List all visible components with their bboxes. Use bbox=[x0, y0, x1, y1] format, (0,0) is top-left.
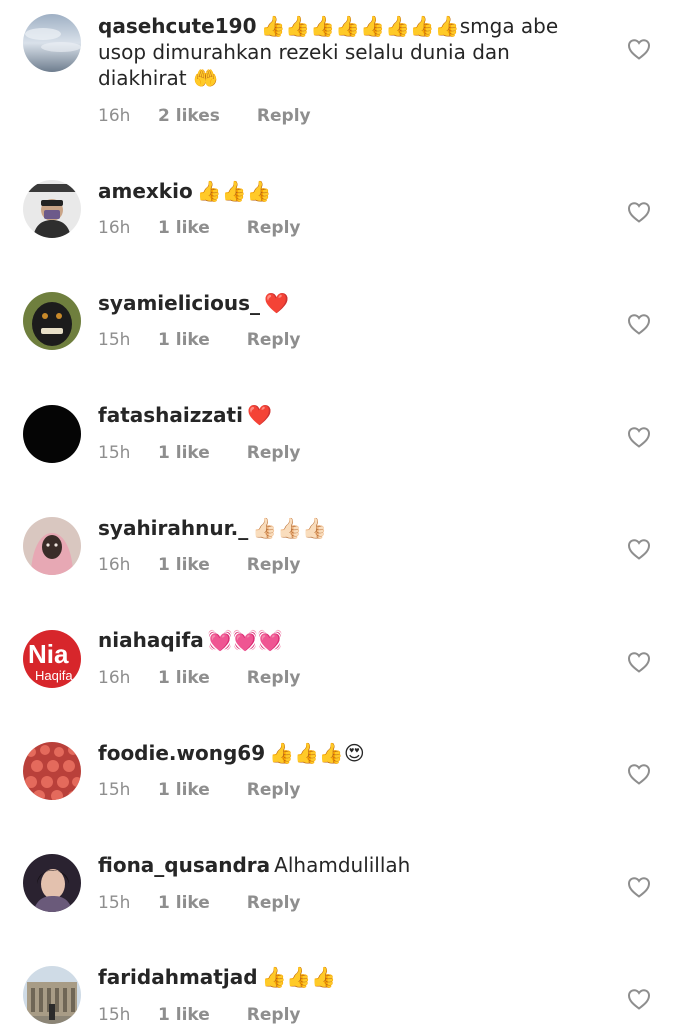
like-heart-icon[interactable] bbox=[627, 313, 651, 335]
like-heart-icon[interactable] bbox=[627, 763, 651, 785]
like-heart-icon[interactable] bbox=[627, 651, 651, 673]
avatar-image bbox=[23, 292, 81, 350]
avatar-logo-text: Nia bbox=[28, 639, 69, 669]
comment-time: 16h bbox=[98, 106, 131, 126]
comment-meta: 15h 1 like Reply bbox=[98, 1004, 300, 1026]
comment-likes[interactable]: 1 like bbox=[158, 1004, 210, 1026]
comment-likes[interactable]: 1 like bbox=[158, 554, 210, 576]
comment-meta: 15h 1 like Reply bbox=[98, 442, 300, 464]
avatar[interactable]: Nia Haqifa bbox=[23, 630, 81, 688]
comment-body: 👍👍👍😍 bbox=[269, 741, 365, 765]
avatar-image bbox=[23, 517, 81, 575]
reply-button[interactable]: Reply bbox=[247, 217, 301, 239]
reply-button[interactable]: Reply bbox=[257, 105, 311, 127]
comment-likes[interactable]: 1 like bbox=[158, 779, 210, 801]
comment-meta: 15h 1 like Reply bbox=[98, 329, 300, 351]
avatar-image bbox=[23, 180, 81, 238]
comment-username[interactable]: syahirahnur._ bbox=[98, 516, 248, 540]
avatar[interactable] bbox=[23, 854, 81, 912]
comment-text: qasehcute190 👍👍👍👍👍👍👍👍smga abe usop dimura… bbox=[98, 13, 598, 91]
comment-username[interactable]: fiona_qusandra bbox=[98, 853, 270, 877]
comment-likes[interactable]: 1 like bbox=[158, 217, 210, 239]
comment-text: amexkio 👍👍👍 bbox=[98, 178, 598, 204]
comment-likes[interactable]: 2 likes bbox=[158, 105, 220, 127]
avatar[interactable] bbox=[23, 742, 81, 800]
avatar[interactable] bbox=[23, 14, 81, 72]
comment-meta: 15h 1 like Reply bbox=[98, 779, 300, 801]
avatar[interactable] bbox=[23, 292, 81, 350]
avatar-image bbox=[23, 14, 81, 72]
reply-button[interactable]: Reply bbox=[247, 442, 301, 464]
avatar-image: Nia Haqifa bbox=[23, 630, 81, 688]
comment-time: 16h bbox=[98, 218, 131, 238]
avatar[interactable] bbox=[23, 180, 81, 238]
avatar[interactable] bbox=[23, 405, 81, 463]
avatar-image bbox=[23, 405, 81, 463]
like-heart-icon[interactable] bbox=[627, 538, 651, 560]
avatar-image bbox=[23, 742, 81, 800]
comment-username[interactable]: niahaqifa bbox=[98, 628, 204, 652]
comment-body: Alhamdulillah bbox=[274, 853, 411, 877]
avatar-image bbox=[23, 966, 81, 1024]
reply-button[interactable]: Reply bbox=[247, 892, 301, 914]
comment-time: 15h bbox=[98, 893, 131, 913]
comment-body: ❤️ bbox=[246, 403, 272, 427]
comment-username[interactable]: qasehcute190 bbox=[98, 14, 257, 38]
like-heart-icon[interactable] bbox=[627, 38, 651, 60]
comment-time: 15h bbox=[98, 443, 131, 463]
reply-button[interactable]: Reply bbox=[247, 1004, 301, 1026]
like-heart-icon[interactable] bbox=[627, 426, 651, 448]
comment-text: syahirahnur._ 👍🏻👍🏻👍🏻 bbox=[98, 515, 598, 541]
comment-likes[interactable]: 1 like bbox=[158, 892, 210, 914]
comment-meta: 16h 1 like Reply bbox=[98, 554, 300, 576]
comment-meta: 16h 1 like Reply bbox=[98, 667, 300, 689]
comment-username[interactable]: amexkio bbox=[98, 179, 193, 203]
comment-time: 15h bbox=[98, 330, 131, 350]
comment-body: 👍👍👍 bbox=[261, 965, 337, 989]
comment-body: 👍👍👍 bbox=[196, 179, 272, 203]
comment-text: niahaqifa 💓💓💓 bbox=[98, 627, 598, 653]
comment-meta: 16h 1 like Reply bbox=[98, 217, 300, 239]
comment-time: 15h bbox=[98, 780, 131, 800]
reply-button[interactable]: Reply bbox=[247, 554, 301, 576]
comment-text: fatashaizzati ❤️ bbox=[98, 402, 598, 428]
reply-button[interactable]: Reply bbox=[247, 779, 301, 801]
comment-time: 15h bbox=[98, 1005, 131, 1025]
comment-username[interactable]: fatashaizzati bbox=[98, 403, 243, 427]
reply-button[interactable]: Reply bbox=[247, 667, 301, 689]
comment-likes[interactable]: 1 like bbox=[158, 442, 210, 464]
comment-body: 💓💓💓 bbox=[207, 628, 283, 652]
avatar[interactable] bbox=[23, 517, 81, 575]
comment-username[interactable]: faridahmatjad bbox=[98, 965, 258, 989]
comment-body: ❤️ bbox=[264, 291, 289, 315]
avatar-logo-subtext: Haqifa bbox=[35, 668, 73, 683]
like-heart-icon[interactable] bbox=[627, 201, 651, 223]
like-heart-icon[interactable] bbox=[627, 876, 651, 898]
comment-likes[interactable]: 1 like bbox=[158, 329, 210, 351]
comment-username[interactable]: foodie.wong69 bbox=[98, 741, 265, 765]
avatar-image bbox=[23, 854, 81, 912]
comment-text: syamielicious_ ❤️ bbox=[98, 290, 598, 316]
comment-time: 16h bbox=[98, 555, 131, 575]
comment-meta: 16h 2 likes Reply bbox=[98, 105, 311, 127]
reply-button[interactable]: Reply bbox=[247, 329, 301, 351]
comment-text: fiona_qusandra Alhamdulillah bbox=[98, 852, 598, 878]
comment-username[interactable]: syamielicious_ bbox=[98, 291, 260, 315]
avatar[interactable] bbox=[23, 966, 81, 1024]
like-heart-icon[interactable] bbox=[627, 988, 651, 1010]
comment-text: foodie.wong69 👍👍👍😍 bbox=[98, 740, 598, 766]
comment-time: 16h bbox=[98, 668, 131, 688]
comment-meta: 15h 1 like Reply bbox=[98, 892, 300, 914]
comment-text: faridahmatjad 👍👍👍 bbox=[98, 964, 598, 990]
comment-likes[interactable]: 1 like bbox=[158, 667, 210, 689]
comment-body: 👍🏻👍🏻👍🏻 bbox=[252, 516, 327, 540]
